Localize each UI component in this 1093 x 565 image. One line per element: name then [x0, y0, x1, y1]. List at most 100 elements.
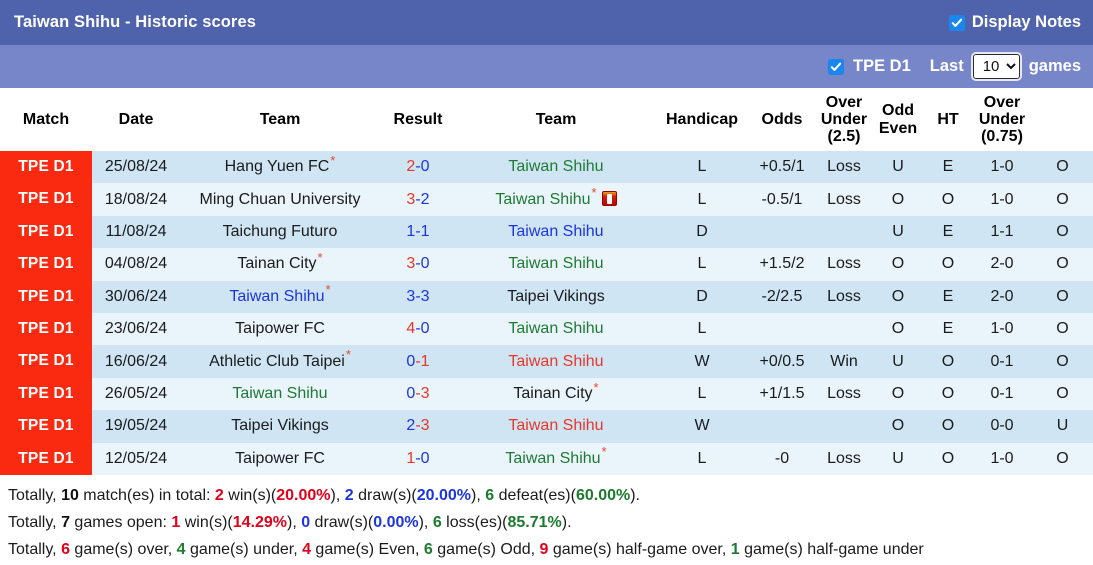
score-cell[interactable]: 1-1	[380, 215, 456, 249]
away-team-cell[interactable]: Taiwan Shihu	[456, 345, 656, 378]
col-header-result[interactable]: Result	[380, 88, 456, 151]
score-cell[interactable]: 3-0	[380, 248, 456, 281]
score-cell[interactable]: 0-1	[380, 345, 456, 378]
match-date: 25/08/24	[92, 151, 180, 184]
home-team-cell[interactable]: Taipei Vikings	[180, 410, 380, 443]
sum1-wins-pct: 20.00%	[276, 486, 331, 504]
score-cell[interactable]: 4-0	[380, 312, 456, 346]
half-time-score: 1-0	[972, 312, 1032, 346]
sum2-losses-pct: 85.71%	[507, 513, 562, 531]
table-row[interactable]: TPE D1 11/08/24 Taichung Futuro 1-1 Taiwan S…	[0, 215, 1093, 249]
display-notes-checkbox[interactable]	[948, 14, 965, 31]
games-label: games	[1028, 57, 1081, 75]
away-team-cell[interactable]: Taiwan Shihu	[456, 312, 656, 346]
match-league-cell[interactable]: TPE D1	[0, 345, 92, 378]
col-header-over-under-075[interactable]: Over Under (0.75)	[972, 88, 1032, 151]
table-header: Match Date Team Result Team Handicap Odd…	[0, 88, 1093, 151]
league-filter-checkbox[interactable]	[828, 58, 844, 75]
away-team-cell[interactable]: Taiwan Shihu*	[456, 183, 656, 216]
sum1-text5: ),	[471, 486, 486, 504]
table-row[interactable]: TPE D1 04/08/24 Tainan City* 3-0 Taiwan Shih…	[0, 248, 1093, 281]
away-team-cell[interactable]: Taiwan Shihu	[456, 410, 656, 443]
away-team-name: Taiwan Shihu	[495, 190, 591, 208]
col-header-home-team[interactable]: Team	[180, 88, 380, 151]
league-badge: TPE D1	[0, 183, 92, 216]
table-row[interactable]: TPE D1 12/05/24 Taipower FC 1-0 Taiwan Shihu…	[0, 442, 1093, 475]
away-team-cell[interactable]: Taipei Vikings	[456, 280, 656, 313]
table-row[interactable]: TPE D1 26/05/24 Taiwan Shihu 0-3 Tainan City…	[0, 377, 1093, 411]
score-cell[interactable]: 1-0	[380, 442, 456, 475]
home-team-cell[interactable]: Taiwan Shihu	[180, 377, 380, 411]
home-team-cell[interactable]: Tainan City*	[180, 248, 380, 281]
away-team-cell[interactable]: Taiwan Shihu	[456, 151, 656, 184]
match-date: 16/06/24	[92, 345, 180, 378]
away-team-name: Taiwan Shihu	[508, 352, 604, 370]
away-team-cell[interactable]: Taiwan Shihu	[456, 248, 656, 281]
match-league-cell[interactable]: TPE D1	[0, 410, 92, 443]
col-header-over-under-25[interactable]: Over Under (2.5)	[816, 88, 872, 151]
score-away: 1	[420, 222, 430, 240]
score-cell[interactable]: 2-0	[380, 151, 456, 184]
handicap-value: +0.5/1	[748, 151, 816, 184]
col-header-handicap[interactable]: Handicap	[656, 88, 748, 151]
match-league-cell[interactable]: TPE D1	[0, 442, 92, 475]
handicap-value	[748, 312, 816, 346]
match-league-cell[interactable]: TPE D1	[0, 280, 92, 313]
away-team-cell[interactable]: Taiwan Shihu*	[456, 442, 656, 475]
away-team-name: Taiwan Shihu	[508, 158, 604, 176]
sum3-text2: game(s) under,	[185, 540, 303, 558]
match-league-cell[interactable]: TPE D1	[0, 151, 92, 184]
score-home: 2	[406, 158, 416, 176]
score-home: 1	[406, 222, 416, 240]
sum2-losses: 6	[432, 513, 442, 531]
col-header-away-team[interactable]: Team	[456, 88, 656, 151]
match-league-cell[interactable]: TPE D1	[0, 377, 92, 411]
home-team-cell[interactable]: Taipower FC	[180, 312, 380, 346]
table-row[interactable]: TPE D1 16/06/24 Athletic Club Taipei* 0-1 Ta…	[0, 345, 1093, 378]
half-time-score: 0-1	[972, 345, 1032, 378]
sum3-halfgame-under: 1	[730, 540, 740, 558]
home-team-cell[interactable]: Taiwan Shihu*	[180, 280, 380, 313]
home-team-cell[interactable]: Taichung Futuro	[180, 215, 380, 249]
away-team-cell[interactable]: Taiwan Shihu	[456, 215, 656, 249]
away-team-name: Taiwan Shihu	[508, 320, 604, 338]
over-under-075-value: O	[1032, 151, 1093, 184]
odds-result: Loss	[816, 151, 872, 184]
home-team-cell[interactable]: Taipower FC	[180, 442, 380, 475]
home-advantage-star-icon: *	[591, 185, 597, 201]
historic-scores-table: Match Date Team Result Team Handicap Odd…	[0, 88, 1093, 475]
match-league-cell[interactable]: TPE D1	[0, 312, 92, 346]
match-league-cell[interactable]: TPE D1	[0, 215, 92, 249]
col-header-match[interactable]: Match	[0, 88, 92, 151]
score-cell[interactable]: 0-3	[380, 377, 456, 411]
match-league-cell[interactable]: TPE D1	[0, 183, 92, 216]
home-team-cell[interactable]: Hang Yuen FC*	[180, 151, 380, 184]
score-cell[interactable]: 3-3	[380, 280, 456, 313]
sum1-text4: draw(s)(	[353, 486, 417, 504]
sum2-text6: loss(es)(	[441, 513, 508, 531]
result-indicator: L	[656, 248, 748, 281]
score-away: 3	[420, 384, 430, 402]
home-team-cell[interactable]: Athletic Club Taipei*	[180, 345, 380, 378]
col-header-ht[interactable]: HT	[924, 88, 972, 151]
score-cell[interactable]: 3-2	[380, 183, 456, 216]
red-card-icon	[601, 190, 617, 206]
odd-even-value: O	[924, 377, 972, 411]
match-league-cell[interactable]: TPE D1	[0, 248, 92, 281]
table-row[interactable]: TPE D1 30/06/24 Taiwan Shihu* 3-3 Taipei Vik…	[0, 280, 1093, 313]
away-team-cell[interactable]: Tainan City*	[456, 377, 656, 411]
table-row[interactable]: TPE D1 18/08/24 Ming Chuan University 3-2 Ta…	[0, 183, 1093, 216]
home-team-name: Hang Yuen FC	[224, 158, 330, 176]
table-row[interactable]: TPE D1 19/05/24 Taipei Vikings 2-3 Taiwan Sh…	[0, 410, 1093, 443]
col-header-date[interactable]: Date	[92, 88, 180, 151]
table-row[interactable]: TPE D1 23/06/24 Taipower FC 4-0 Taiwan Shihu…	[0, 312, 1093, 346]
table-row[interactable]: TPE D1 25/08/24 Hang Yuen FC* 2-0 Taiwan Shi…	[0, 151, 1093, 184]
home-advantage-star-icon: *	[317, 250, 323, 266]
over-under-25-value: U	[872, 151, 924, 184]
score-cell[interactable]: 2-3	[380, 410, 456, 443]
col-header-odd-even[interactable]: Odd Even	[872, 88, 924, 151]
games-count-select[interactable]: 5102030	[970, 52, 1022, 81]
odd-even-value: O	[924, 442, 972, 475]
col-header-odds[interactable]: Odds	[748, 88, 816, 151]
home-team-cell[interactable]: Ming Chuan University	[180, 183, 380, 216]
